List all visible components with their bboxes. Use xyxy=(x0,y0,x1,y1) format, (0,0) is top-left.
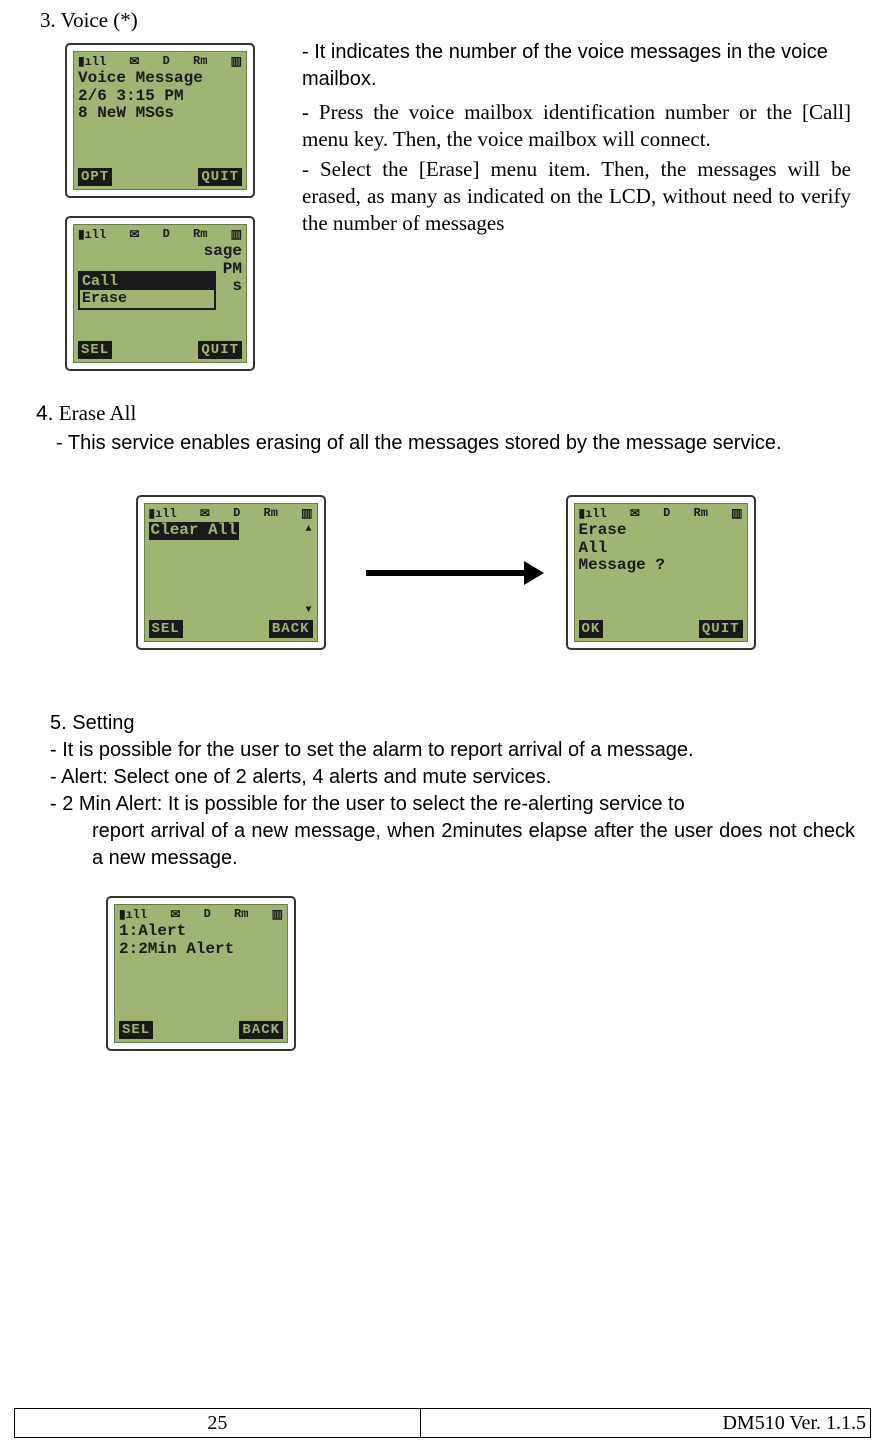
battery-icon: ▥ xyxy=(231,54,242,69)
page-number: 25 xyxy=(15,1409,421,1437)
envelope-icon: ✉ xyxy=(129,227,139,242)
signal-icon: ▮ıll xyxy=(149,506,177,521)
softkey-back: BACK xyxy=(269,620,313,638)
softkey-back: BACK xyxy=(239,1021,283,1039)
section3-body: - Press the voice mailbox identification… xyxy=(302,99,851,154)
popup-item-erase: Erase xyxy=(80,290,214,307)
section5-bullet: - 2 Min Alert: It is possible for the us… xyxy=(50,791,855,818)
popup-menu: Call Erase xyxy=(78,271,216,310)
signal-icon: ▮ıll xyxy=(78,54,106,69)
section5-bullet: - Alert: Select one of 2 alerts, 4 alert… xyxy=(50,764,855,791)
lcd-selected-item: Clear All xyxy=(149,522,239,540)
battery-icon: ▥ xyxy=(272,907,283,922)
lcd-line: 8 NeW MSGs xyxy=(78,105,242,123)
screenshot-clear-all: ▮ıll ✉ D Rm ▥ Clear All ▲ ▼ SEL BACK xyxy=(136,495,326,650)
d-icon: D xyxy=(233,506,240,520)
arrow-right-icon xyxy=(366,570,526,576)
d-icon: D xyxy=(663,506,670,520)
rm-icon: Rm xyxy=(264,506,278,520)
section3-body: - Select the [Erase] menu item. Then, th… xyxy=(302,156,851,238)
rm-icon: Rm xyxy=(193,54,207,68)
softkey-sel: SEL xyxy=(119,1021,153,1039)
envelope-icon: ✉ xyxy=(630,506,640,521)
softkey-quit: QUIT xyxy=(198,168,242,186)
rm-icon: Rm xyxy=(694,506,708,520)
section5-bullet: - It is possible for the user to set the… xyxy=(50,737,855,764)
lcd-line: Erase xyxy=(579,522,743,540)
battery-icon: ▥ xyxy=(301,506,312,521)
doc-version: DM510 Ver. 1.1.5 xyxy=(421,1409,870,1437)
signal-icon: ▮ıll xyxy=(579,506,607,521)
rm-icon: Rm xyxy=(234,907,248,921)
softkey-sel: SEL xyxy=(149,620,183,638)
screenshot-voice-message: ▮ıll ✉ D Rm ▥ Voice Message 2/6 3:15 PM … xyxy=(65,43,255,198)
section5-bullet-cont: report arrival of a new message, when 2m… xyxy=(50,818,855,872)
lcd-line: Voice Message xyxy=(78,70,242,88)
lcd-line: All xyxy=(579,540,743,558)
page-footer: 25 DM510 Ver. 1.1.5 xyxy=(14,1408,871,1438)
lcd-line: 2/6 3:15 PM xyxy=(78,88,242,106)
softkey-ok: OK xyxy=(579,620,604,638)
battery-icon: ▥ xyxy=(731,506,742,521)
screenshot-call-erase-menu: ▮ıll ✉ D Rm ▥ sage PM s Call Erase SEL xyxy=(65,216,255,371)
lcd-line: Message ? xyxy=(579,557,743,575)
envelope-icon: ✉ xyxy=(170,907,180,922)
battery-icon: ▥ xyxy=(231,227,242,242)
section3-heading: 3. Voice (*) xyxy=(30,8,855,33)
d-icon: D xyxy=(163,54,170,68)
lcd-bg-text: sage xyxy=(78,243,242,261)
signal-icon: ▮ıll xyxy=(78,227,106,242)
section4-heading: 4. Erase All xyxy=(36,401,855,426)
popup-item-call: Call xyxy=(80,273,214,290)
envelope-icon: ✉ xyxy=(129,54,139,69)
section5-heading: 5. Setting xyxy=(50,710,855,737)
envelope-icon: ✉ xyxy=(200,506,210,521)
lcd-line: 2:2Min Alert xyxy=(119,941,283,959)
rm-icon: Rm xyxy=(193,227,207,241)
d-icon: D xyxy=(163,227,170,241)
lcd-line: 1:Alert xyxy=(119,923,283,941)
softkey-sel: SEL xyxy=(78,341,112,359)
d-icon: D xyxy=(204,907,211,921)
section4-desc: - This service enables erasing of all th… xyxy=(36,430,855,457)
softkey-quit: QUIT xyxy=(198,341,242,359)
signal-icon: ▮ıll xyxy=(119,907,147,922)
section3-lead: - It indicates the number of the voice m… xyxy=(302,39,851,93)
softkey-opt: OPT xyxy=(78,168,112,186)
scroll-down-icon: ▼ xyxy=(305,605,311,616)
screenshot-erase-all-confirm: ▮ıll ✉ D Rm ▥ Erase All Message ? OK QUI… xyxy=(566,495,756,650)
scroll-up-icon: ▲ xyxy=(305,524,311,535)
screenshot-setting-menu: ▮ıll ✉ D Rm ▥ 1:Alert 2:2Min Alert SEL B… xyxy=(106,896,296,1051)
softkey-quit: QUIT xyxy=(699,620,743,638)
